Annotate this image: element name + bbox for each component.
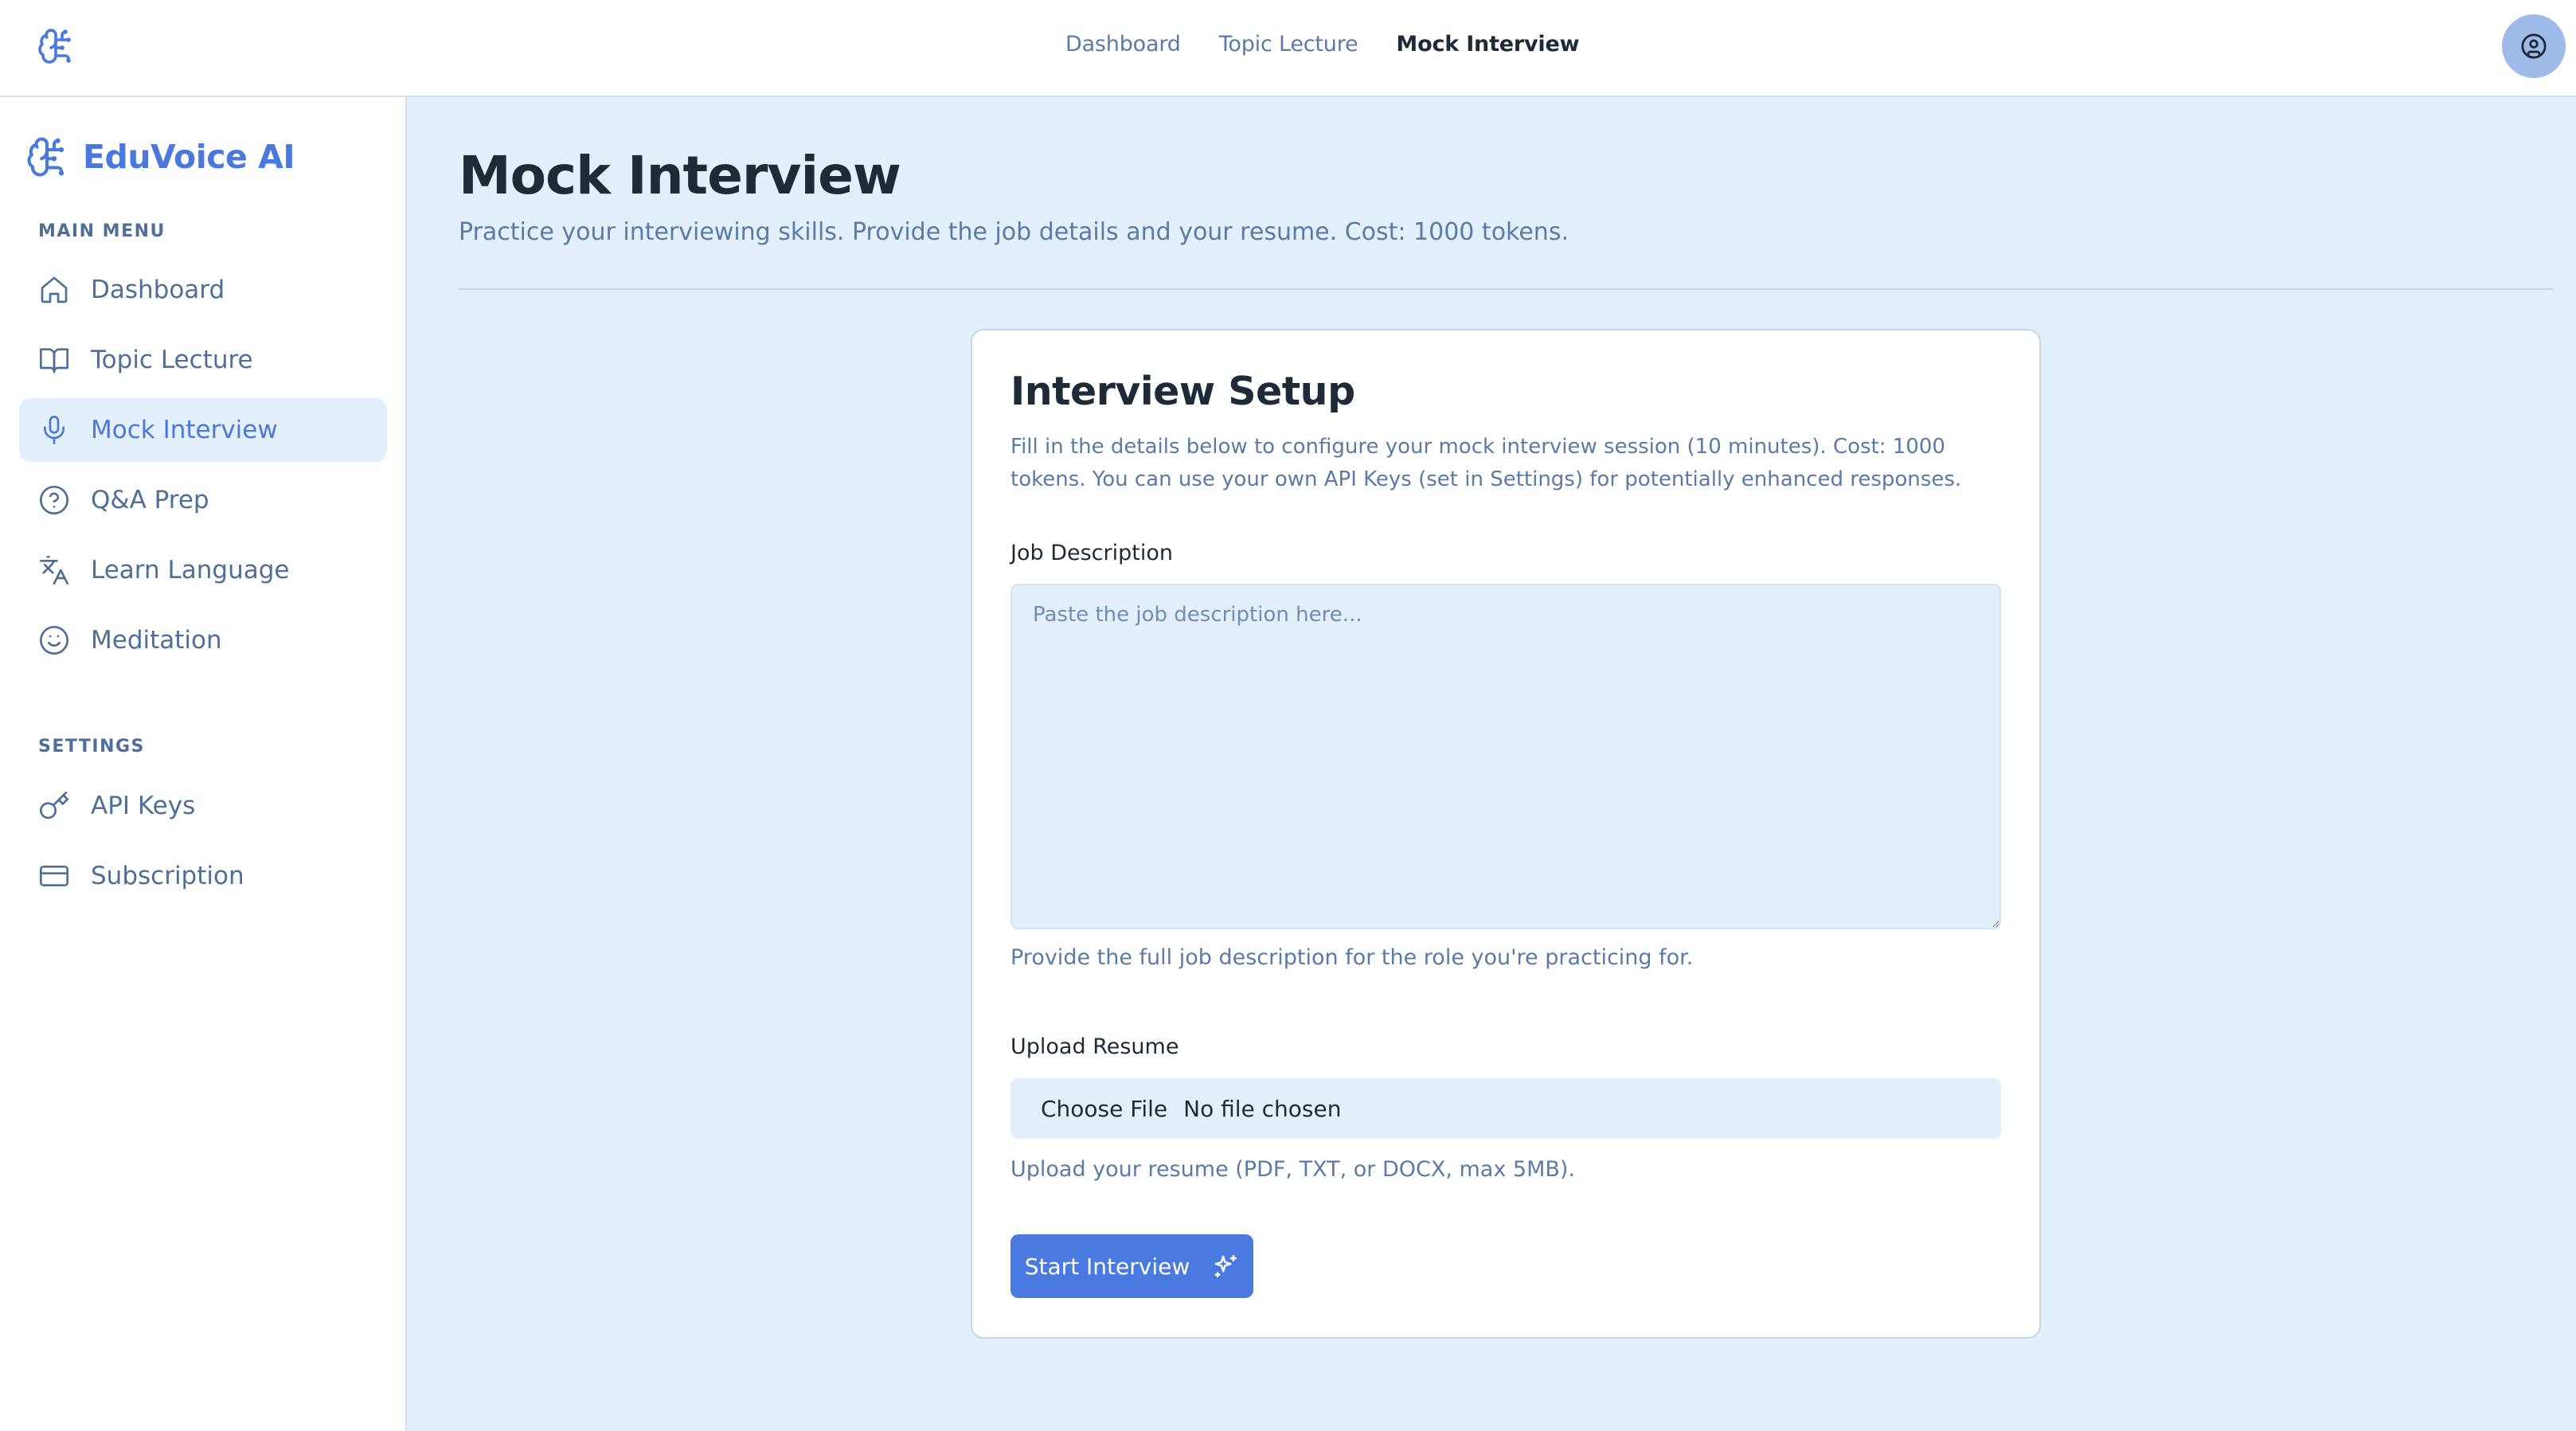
- topnav-dashboard-link[interactable]: Dashboard: [1065, 32, 1181, 57]
- choose-file-button[interactable]: Choose File: [1041, 1096, 1167, 1122]
- brand[interactable]: EduVoice AI: [25, 135, 295, 178]
- sidebar-item-learn-language[interactable]: Learn Language: [19, 538, 387, 602]
- sparkles-icon: [1214, 1254, 1237, 1278]
- brain-logo-icon[interactable]: [37, 27, 75, 65]
- top-navigation: Dashboard Topic Lecture Mock Interview: [1065, 32, 1580, 57]
- sidebar-item-qa-prep[interactable]: Q&A Prep: [19, 468, 387, 532]
- sidebar-item-mock-interview[interactable]: Mock Interview: [19, 398, 387, 462]
- question-circle-icon: [40, 486, 68, 514]
- top-bar: Dashboard Topic Lecture Mock Interview: [0, 0, 2576, 97]
- page-title: Mock Interview: [459, 145, 901, 206]
- sidebar-item-label: Q&A Prep: [91, 486, 209, 514]
- divider: [459, 288, 2553, 290]
- sidebar-item-subscription[interactable]: Subscription: [19, 844, 387, 908]
- smile-icon: [40, 626, 68, 655]
- credit-card-icon: [40, 866, 68, 886]
- microphone-icon: [44, 416, 64, 444]
- sidebar-item-meditation[interactable]: Meditation: [19, 608, 387, 672]
- job-description-label: Job Description: [1010, 541, 1173, 565]
- sidebar-item-label: Mock Interview: [91, 416, 278, 444]
- upload-resume-label: Upload Resume: [1010, 1034, 1179, 1059]
- topnav-topic-lecture-link[interactable]: Topic Lecture: [1219, 32, 1358, 57]
- job-description-textarea[interactable]: [1010, 584, 2001, 929]
- sidebar-item-label: Topic Lecture: [91, 346, 253, 374]
- brand-name: EduVoice AI: [83, 138, 295, 176]
- sidebar: EduVoice AI MAIN MENU Dashboard Topic Le…: [0, 97, 407, 1431]
- main-menu-heading: MAIN MENU: [38, 221, 166, 241]
- sidebar-item-topic-lecture[interactable]: Topic Lecture: [19, 328, 387, 392]
- user-circle-icon: [2521, 33, 2547, 59]
- page-subtitle: Practice your interviewing skills. Provi…: [459, 218, 1569, 246]
- start-interview-button[interactable]: Start Interview: [1010, 1234, 1253, 1298]
- sidebar-item-label: Dashboard: [91, 276, 225, 304]
- sidebar-item-api-keys[interactable]: API Keys: [19, 774, 387, 838]
- translate-icon: [40, 556, 68, 585]
- resume-hint: Upload your resume (PDF, TXT, or DOCX, m…: [1010, 1157, 1576, 1182]
- job-description-hint: Provide the full job description for the…: [1010, 945, 1694, 970]
- book-open-icon: [40, 348, 68, 373]
- file-status-text: No file chosen: [1183, 1095, 1342, 1122]
- card-description: Fill in the details below to configure y…: [1010, 435, 1962, 491]
- sidebar-item-label: Subscription: [91, 862, 244, 890]
- sidebar-item-dashboard[interactable]: Dashboard: [19, 258, 387, 322]
- resume-file-input[interactable]: Choose File No file chosen: [1010, 1078, 2001, 1139]
- user-avatar-button[interactable]: [2502, 14, 2566, 78]
- brain-logo-icon: [27, 137, 64, 177]
- sidebar-item-label: Learn Language: [91, 556, 290, 585]
- topnav-mock-interview-link[interactable]: Mock Interview: [1396, 32, 1579, 57]
- key-icon: [40, 792, 68, 819]
- card-title: Interview Setup: [1010, 369, 1355, 414]
- sidebar-item-label: Meditation: [91, 626, 222, 655]
- sidebar-item-label: API Keys: [91, 792, 196, 820]
- interview-setup-card: Interview Setup Fill in the details belo…: [971, 329, 2041, 1339]
- home-icon: [41, 276, 68, 303]
- settings-heading: SETTINGS: [38, 737, 145, 757]
- start-interview-label: Start Interview: [1024, 1253, 1190, 1280]
